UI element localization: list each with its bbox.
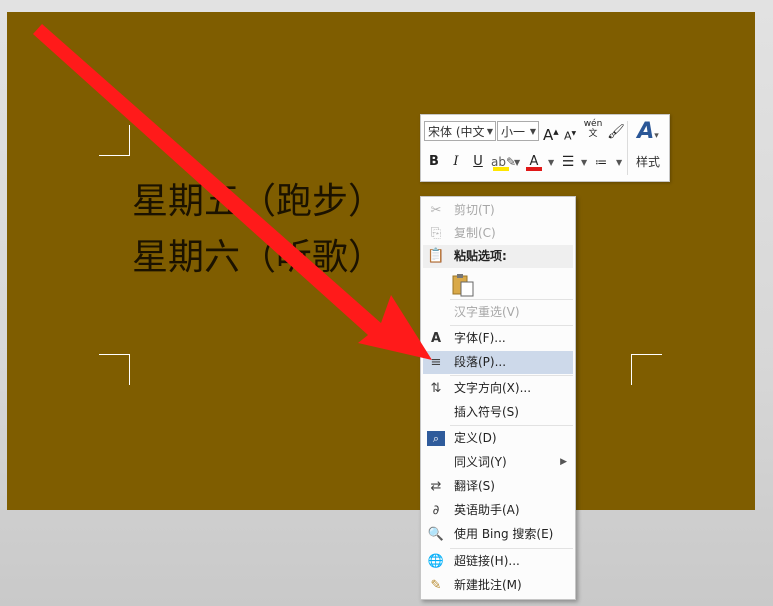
red-arrow-annotation <box>33 24 432 360</box>
red-arrow-shape <box>33 24 432 360</box>
